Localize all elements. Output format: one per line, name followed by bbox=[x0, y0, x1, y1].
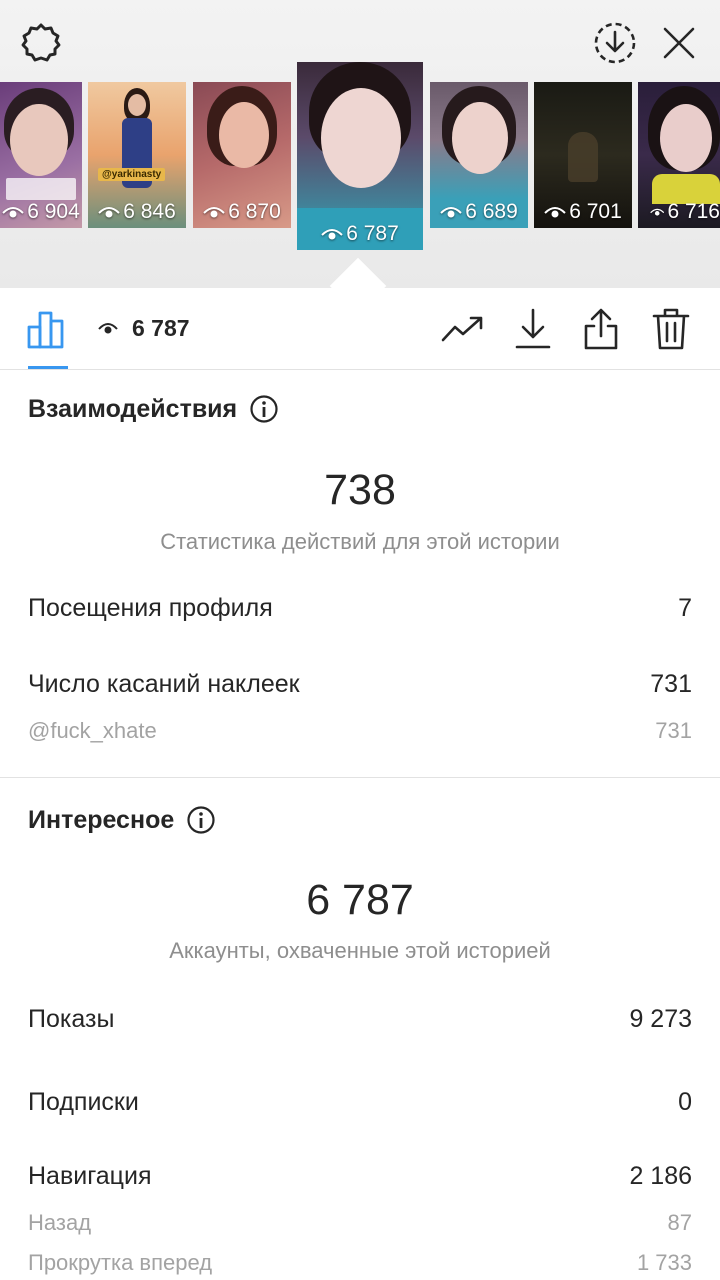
thumbnail-mention-tag: @yarkinasty bbox=[98, 168, 166, 181]
trash-icon bbox=[652, 308, 690, 350]
info-icon[interactable] bbox=[249, 394, 279, 424]
download-button[interactable] bbox=[508, 304, 558, 354]
thumbnail-face bbox=[452, 102, 508, 174]
discovery-total: 6 787 bbox=[306, 876, 414, 924]
story-views-count: 6 689 bbox=[465, 200, 518, 223]
story-thumbnail[interactable]: @yarkinasty 6 846 bbox=[88, 82, 186, 228]
metric-value: 731 bbox=[650, 670, 692, 698]
metric-value: 7 bbox=[678, 594, 692, 622]
story-thumbnail[interactable]: 6 689 bbox=[430, 82, 528, 228]
close-icon bbox=[663, 27, 695, 59]
eye-icon bbox=[203, 207, 225, 218]
share-icon bbox=[584, 308, 618, 350]
story-views-count: 6 870 bbox=[228, 200, 281, 223]
story-thumbnail[interactable]: 6 716 bbox=[638, 82, 720, 228]
metric-row-profile-visits: Посещения профиля 7 bbox=[28, 594, 692, 623]
interactions-title: Взаимодействия bbox=[28, 394, 238, 423]
story-views: 6 701 bbox=[534, 200, 632, 224]
story-views-count: 6 701 bbox=[569, 200, 622, 223]
save-story-button[interactable] bbox=[590, 18, 640, 68]
metric-label: Посещения профиля bbox=[28, 594, 273, 622]
story-views: 6 787 bbox=[297, 222, 423, 246]
metric-row-follows: Подписки 0 bbox=[28, 1088, 692, 1117]
download-icon bbox=[515, 308, 551, 349]
share-button[interactable] bbox=[576, 304, 626, 354]
story-views: 6 689 bbox=[430, 200, 528, 224]
eye-icon bbox=[2, 207, 24, 218]
viewer-count: 6 787 bbox=[132, 314, 190, 341]
trend-up-icon bbox=[441, 316, 483, 342]
thumbnail-face bbox=[10, 104, 68, 176]
metric-value: 1 733 bbox=[636, 1250, 692, 1275]
thumbnail-face bbox=[660, 104, 712, 172]
thumbnail-caption bbox=[6, 178, 76, 200]
story-views-count: 6 716 bbox=[667, 200, 720, 223]
info-icon[interactable] bbox=[186, 805, 216, 835]
story-gallery-header: 6 904 @yarkinasty 6 846 6 870 6 787 6 68… bbox=[0, 0, 720, 315]
metric-row-sticker-taps: Число касаний наклеек 731 bbox=[28, 670, 692, 699]
delete-button[interactable] bbox=[646, 304, 696, 354]
metric-value: 0 bbox=[678, 1088, 692, 1116]
thumbnail-face bbox=[321, 88, 401, 188]
thumbnail-figure bbox=[568, 132, 598, 182]
metric-label: Навигация bbox=[28, 1162, 152, 1190]
metric-row-navigation: Навигация 2 186 bbox=[28, 1162, 692, 1191]
story-views-count: 6 846 bbox=[123, 200, 176, 223]
story-thumbnail-selected[interactable]: 6 787 bbox=[297, 62, 423, 250]
eye-icon bbox=[98, 323, 118, 334]
story-views-count: 6 787 bbox=[346, 222, 399, 245]
discovery-title: Интересное bbox=[28, 805, 175, 834]
story-views: 6 904 bbox=[0, 200, 82, 224]
eye-icon bbox=[321, 229, 343, 240]
metric-label: Прокрутка вперед bbox=[28, 1250, 213, 1275]
story-views: 6 870 bbox=[193, 200, 291, 224]
section-divider bbox=[0, 777, 720, 778]
metric-subrow-forward: Прокрутка вперед 1 733 bbox=[28, 1250, 692, 1276]
eye-icon bbox=[650, 208, 665, 216]
metric-label: Назад bbox=[28, 1210, 92, 1235]
story-thumbnail[interactable]: 6 701 bbox=[534, 82, 632, 228]
metric-label: Показы bbox=[28, 1005, 115, 1033]
interactions-caption: Статистика действий для этой истории bbox=[160, 529, 560, 554]
promote-button[interactable] bbox=[438, 304, 488, 354]
metric-row-impressions: Показы 9 273 bbox=[28, 1005, 692, 1034]
metric-value: 731 bbox=[655, 718, 692, 743]
viewers-button[interactable]: 6 787 bbox=[98, 310, 190, 346]
insights-toolbar: 6 787 bbox=[0, 288, 720, 370]
discovery-caption: Аккаунты, охваченные этой историей bbox=[169, 938, 551, 963]
story-views: 6 846 bbox=[88, 200, 186, 224]
thumbnail-face bbox=[128, 94, 146, 116]
story-views: 6 716 bbox=[638, 200, 720, 224]
close-button[interactable] bbox=[656, 20, 702, 66]
metric-subrow-mention: @fuck_xhate 731 bbox=[28, 718, 692, 744]
interactions-heading: Взаимодействия bbox=[28, 394, 279, 424]
active-tab-indicator bbox=[28, 366, 68, 369]
settings-button[interactable] bbox=[18, 20, 64, 66]
discovery-heading: Интересное bbox=[28, 805, 216, 835]
eye-icon bbox=[544, 207, 566, 218]
gear-icon bbox=[21, 23, 61, 62]
metric-value: 87 bbox=[667, 1210, 692, 1235]
metric-label: Число касаний наклеек bbox=[28, 670, 300, 698]
metric-label: Подписки bbox=[28, 1088, 139, 1116]
thumbnail-face bbox=[219, 102, 269, 168]
eye-icon bbox=[98, 207, 120, 218]
eye-icon bbox=[440, 207, 462, 218]
metric-value: 9 273 bbox=[629, 1005, 692, 1033]
bar-chart-icon bbox=[27, 311, 64, 349]
interactions-total: 738 bbox=[324, 466, 396, 514]
metric-label: @fuck_xhate bbox=[28, 718, 157, 743]
metric-value: 2 186 bbox=[629, 1162, 692, 1190]
story-thumbnail[interactable]: 6 870 bbox=[193, 82, 291, 228]
story-views-count: 6 904 bbox=[27, 200, 80, 223]
story-thumbnail[interactable]: 6 904 bbox=[0, 82, 82, 228]
download-circle-icon bbox=[594, 22, 636, 64]
insights-tab[interactable] bbox=[26, 304, 70, 354]
metric-subrow-back: Назад 87 bbox=[28, 1210, 692, 1236]
